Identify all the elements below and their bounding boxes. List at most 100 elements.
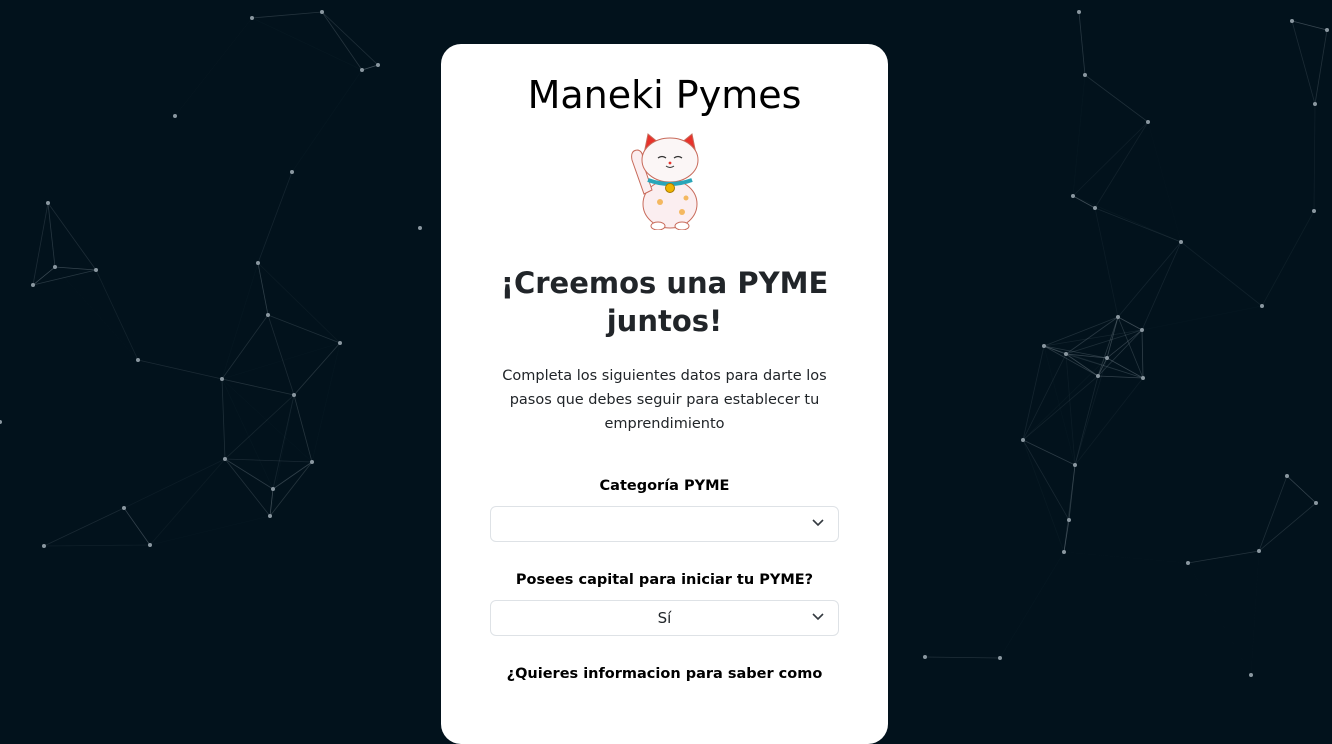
network-node	[1146, 120, 1150, 124]
network-node	[290, 170, 294, 174]
network-line	[150, 516, 270, 545]
network-line	[1069, 520, 1188, 563]
network-line	[221, 378, 226, 460]
network-line	[1106, 316, 1119, 359]
chevron-down-icon	[812, 519, 824, 527]
network-line	[1064, 552, 1188, 563]
network-node	[338, 341, 342, 345]
network-line	[1258, 475, 1288, 552]
network-line	[312, 343, 340, 462]
network-line	[95, 269, 139, 361]
network-line	[43, 507, 125, 547]
network-node	[1021, 438, 1025, 442]
network-node	[320, 10, 324, 14]
form-card: Maneki Pymes ¡Creemos una PYME juntos! C…	[441, 44, 888, 744]
network-node	[998, 656, 1002, 660]
network-line	[55, 267, 138, 360]
network-line	[1084, 74, 1149, 123]
network-node	[1186, 561, 1190, 565]
network-line	[924, 656, 1001, 659]
network-line	[1094, 207, 1119, 318]
network-node	[1312, 209, 1316, 213]
network-line	[1261, 210, 1315, 307]
network-line	[1094, 207, 1182, 243]
network-line	[221, 378, 295, 396]
network-line	[1188, 563, 1251, 675]
network-line	[47, 202, 97, 271]
description: Completa los siguientes datos para darte…	[502, 368, 827, 432]
network-line	[33, 285, 138, 360]
network-node	[1116, 315, 1120, 319]
network-line	[43, 544, 151, 547]
network-node	[271, 487, 275, 491]
network-line	[1078, 11, 1086, 76]
network-node	[360, 68, 364, 72]
network-line	[1117, 241, 1182, 318]
network-node	[418, 226, 422, 230]
network-line	[1065, 353, 1099, 377]
network-node	[310, 460, 314, 464]
network-line	[32, 202, 49, 286]
network-node	[1073, 463, 1077, 467]
capital-select[interactable]: Sí	[490, 600, 839, 636]
network-line	[257, 262, 341, 344]
network-line	[1314, 29, 1328, 105]
network-line	[224, 458, 313, 463]
network-line	[221, 378, 274, 490]
network-line	[251, 11, 323, 19]
capital-label: Posees capital para iniciar tu PYME?	[515, 572, 814, 588]
network-line	[361, 64, 379, 71]
network-node	[31, 283, 35, 287]
network-node	[136, 358, 140, 362]
network-node	[223, 457, 227, 461]
category-select[interactable]	[490, 506, 839, 542]
network-node	[46, 201, 50, 205]
network-node	[1314, 501, 1318, 505]
network-line	[1141, 329, 1144, 379]
network-line	[1022, 439, 1070, 521]
network-node	[1077, 10, 1081, 14]
network-node	[923, 655, 927, 659]
network-line	[123, 507, 151, 546]
network-line	[175, 116, 292, 172]
network-line	[1022, 345, 1045, 441]
network-node	[1062, 550, 1066, 554]
network-line	[1072, 195, 1182, 243]
network-node	[0, 420, 2, 424]
network-line	[47, 202, 56, 268]
network-node	[1141, 376, 1145, 380]
network-line	[321, 11, 363, 71]
network-node	[122, 506, 126, 510]
network-line	[1148, 122, 1181, 242]
network-line	[149, 458, 226, 546]
network-node	[148, 543, 152, 547]
network-node	[256, 261, 260, 265]
network-node	[1140, 328, 1144, 332]
network-node	[173, 114, 177, 118]
network-line	[1063, 519, 1070, 553]
network-node	[1325, 28, 1329, 32]
info-label: ¿Quieres informacion para saber como	[506, 666, 823, 682]
network-line	[293, 342, 341, 396]
network-line	[293, 394, 313, 463]
network-node	[1290, 19, 1294, 23]
network-node	[1071, 194, 1075, 198]
network-line	[267, 314, 341, 344]
network-line	[1094, 121, 1149, 209]
network-line	[1022, 353, 1067, 441]
network-line	[1074, 377, 1144, 466]
network-line	[1072, 74, 1086, 197]
network-node	[1257, 549, 1261, 553]
network-node	[1285, 474, 1289, 478]
network-line	[222, 343, 340, 379]
network-line	[1043, 316, 1119, 347]
network-line	[54, 266, 97, 271]
network-node	[1064, 352, 1068, 356]
network-line	[175, 18, 252, 116]
network-line	[221, 262, 259, 380]
network-line	[1117, 316, 1143, 331]
network-node	[1093, 206, 1097, 210]
network-line	[1117, 316, 1144, 379]
network-node	[376, 63, 380, 67]
network-line	[221, 314, 269, 380]
